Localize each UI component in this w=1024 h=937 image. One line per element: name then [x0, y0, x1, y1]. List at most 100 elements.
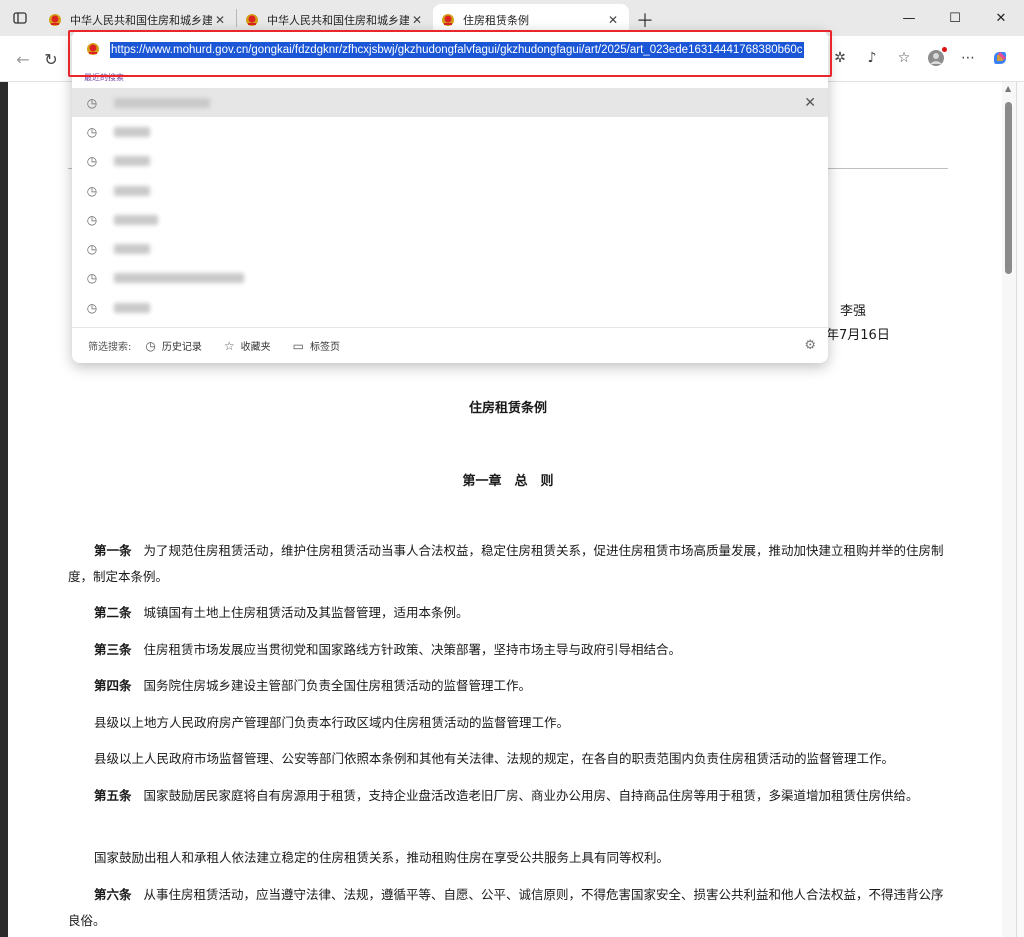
history-clock-icon: ◷	[86, 183, 98, 198]
chapter-heading: 第一章 总 则	[462, 474, 554, 489]
article-text: 从事住房租赁活动，应当遵守法律、法规，遵循平等、自愿、公平、诚信原则，不得危害国…	[68, 887, 944, 928]
address-bar-dropdown: https://www.mohurd.gov.cn/gongkai/fdzdgk…	[72, 30, 828, 363]
gear-icon[interactable]: ⚙	[804, 338, 816, 353]
filter-tabs-button[interactable]: ▭ 标签页	[292, 338, 340, 354]
history-suggestion[interactable]: ◷	[72, 176, 828, 205]
page-scrollbar[interactable]: ▲	[1002, 82, 1016, 937]
history-suggestion[interactable]: ◷	[72, 293, 828, 322]
history-icon: ◷	[145, 338, 156, 353]
article-4-para-3: 县级以上人民政府市场监督管理、公安等部门依照本条例和其他有关法律、法规的规定，在…	[68, 746, 950, 772]
history-clock-icon: ◷	[86, 95, 98, 110]
article-label: 第二条	[94, 605, 132, 620]
history-suggestions: ◷ ✕ ◷ ◷ ◷ ◷ ◷ ◷ ◷	[72, 88, 828, 322]
minimize-icon[interactable]: —	[886, 0, 932, 36]
tabs-icon: ▭	[292, 338, 304, 353]
favorites-icon[interactable]: ☆	[892, 46, 916, 70]
history-suggestion[interactable]: ◷	[72, 147, 828, 176]
copilot-icon[interactable]	[988, 46, 1012, 70]
history-clock-icon: ◷	[86, 124, 98, 139]
toolbar-right-icons: ✲ ♪ ☆ ⋯	[828, 46, 1012, 70]
emblem-favicon-icon	[441, 13, 455, 27]
background-window-strip	[0, 36, 8, 937]
tab-actions-button[interactable]	[0, 0, 40, 36]
article-text: 县级以上人民政府市场监督管理、公安等部门依照本条例和其他有关法律、法规的规定，在…	[94, 751, 895, 766]
close-icon[interactable]: ✕	[605, 13, 621, 27]
emblem-favicon-icon	[245, 13, 259, 27]
close-icon[interactable]: ✕	[409, 13, 425, 27]
emblem-favicon-icon	[48, 13, 62, 27]
reading-mode-icon[interactable]: ♪	[860, 46, 884, 70]
article-5-para-2: 国家鼓励出租人和承租人依法建立稳定的住房租赁关系，推动租购住房在享受公共服务上具…	[68, 845, 950, 871]
filter-search-row: 筛选搜索: ◷ 历史记录 ☆ 收藏夹 ▭ 标签页 ⚙	[72, 327, 828, 363]
article-label: 第一条	[94, 543, 132, 558]
refresh-icon[interactable]: ↻	[40, 48, 62, 70]
signer-name: 李强	[840, 304, 867, 319]
url-input[interactable]: https://www.mohurd.gov.cn/gongkai/fdzdgk…	[110, 42, 804, 58]
recent-searches-label: 最近的搜索	[84, 73, 124, 82]
article-text: 城镇国有土地上住房租赁活动及其监督管理，适用本条例。	[143, 605, 469, 620]
window-controls: — ☐ ✕	[886, 0, 1024, 36]
article-label: 第六条	[94, 887, 132, 902]
history-suggestion[interactable]: ◷	[72, 234, 828, 263]
site-emblem-icon	[86, 41, 100, 60]
article-4-para-2: 县级以上地方人民政府房产管理部门负责本行政区域内住房租赁活动的监督管理工作。	[68, 710, 950, 736]
filter-favorites-label: 收藏夹	[240, 342, 271, 353]
article-text: 国家鼓励出租人和承租人依法建立稳定的住房租赁关系，推动租购住房在享受公共服务上具…	[94, 850, 670, 865]
history-clock-icon: ◷	[86, 154, 98, 169]
redacted-text	[114, 302, 150, 313]
signing-date: 年7月16日	[826, 328, 890, 343]
redacted-text	[114, 273, 244, 284]
article-text: 县级以上地方人民政府房产管理部门负责本行政区域内住房租赁活动的监督管理工作。	[94, 715, 570, 730]
history-suggestion[interactable]: ◷	[72, 264, 828, 293]
close-icon[interactable]: ✕	[212, 13, 228, 27]
redacted-text	[114, 156, 150, 167]
article-3: 第三条 住房租赁市场发展应当贯彻党和国家路线方针政策、决策部署，坚持市场主导与政府…	[68, 637, 950, 663]
background-window-strip-right	[1016, 82, 1024, 937]
document-title: 住房租赁条例	[468, 401, 547, 416]
extensions-icon[interactable]: ✲	[828, 46, 852, 70]
redacted-text	[114, 214, 158, 225]
tab-title: 中华人民共和国住房和城乡建设部	[267, 14, 409, 27]
filter-tabs-label: 标签页	[309, 342, 340, 353]
redacted-text	[114, 97, 210, 108]
address-bar[interactable]: https://www.mohurd.gov.cn/gongkai/fdzdgk…	[72, 30, 828, 70]
article-label: 第四条	[94, 678, 132, 693]
history-suggestion[interactable]: ◷ ✕	[72, 88, 828, 118]
history-clock-icon: ◷	[86, 212, 98, 227]
maximize-icon[interactable]: ☐	[932, 0, 978, 36]
tab-title: 住房租赁条例	[463, 14, 529, 27]
article-5: 第五条 国家鼓励居民家庭将自有房源用于租赁，支持企业盘活改造老旧厂房、商业办公用房…	[68, 783, 950, 809]
article-1: 第一条 为了规范住房租赁活动，维护住房租赁活动当事人合法权益，稳定住房租赁关系，促…	[68, 538, 950, 590]
filter-history-button[interactable]: ◷ 历史记录	[145, 338, 202, 354]
tab-actions-icon	[13, 12, 27, 24]
history-clock-icon: ◷	[86, 300, 98, 315]
redacted-text	[114, 244, 150, 255]
article-2: 第二条 城镇国有土地上住房租赁活动及其监督管理，适用本条例。	[68, 600, 950, 626]
filter-search-label: 筛选搜索:	[88, 342, 132, 353]
more-menu-icon[interactable]: ⋯	[956, 46, 980, 70]
article-text: 国务院住房城乡建设主管部门负责全国住房租赁活动的监督管理工作。	[143, 678, 532, 693]
article-4: 第四条 国务院住房城乡建设主管部门负责全国住房租赁活动的监督管理工作。	[68, 673, 950, 699]
filter-history-label: 历史记录	[161, 342, 202, 353]
scrollbar-thumb[interactable]	[1005, 102, 1012, 274]
article-text: 为了规范住房租赁活动，维护住房租赁活动当事人合法权益，稳定住房租赁关系，促进住房…	[68, 543, 944, 584]
profile-avatar-icon[interactable]	[924, 46, 948, 70]
history-clock-icon: ◷	[86, 242, 98, 257]
history-suggestion[interactable]: ◷	[72, 205, 828, 234]
star-icon: ☆	[223, 338, 235, 353]
article-text: 住房租赁市场发展应当贯彻党和国家路线方针政策、决策部署，坚持市场主导与政府引导相…	[143, 642, 682, 657]
history-suggestion[interactable]: ◷	[72, 117, 828, 146]
tab-title: 中华人民共和国住房和城乡建设部	[70, 14, 212, 27]
back-icon[interactable]: ←	[12, 48, 34, 70]
remove-suggestion-icon[interactable]: ✕	[804, 95, 816, 111]
article-text: 国家鼓励居民家庭将自有房源用于租赁，支持企业盘活改造老旧厂房、商业办公用房、自持…	[143, 788, 919, 803]
redacted-text	[114, 126, 150, 137]
filter-favorites-button[interactable]: ☆ 收藏夹	[223, 338, 271, 354]
notification-dot	[942, 47, 947, 52]
scroll-up-arrow-icon[interactable]: ▲	[1005, 84, 1011, 93]
redacted-text	[114, 185, 150, 196]
history-clock-icon: ◷	[86, 271, 98, 286]
close-window-icon[interactable]: ✕	[978, 0, 1024, 36]
article-6: 第六条 从事住房租赁活动，应当遵守法律、法规，遵循平等、自愿、公平、诚信原则，不得…	[68, 882, 950, 934]
article-label: 第五条	[94, 788, 132, 803]
